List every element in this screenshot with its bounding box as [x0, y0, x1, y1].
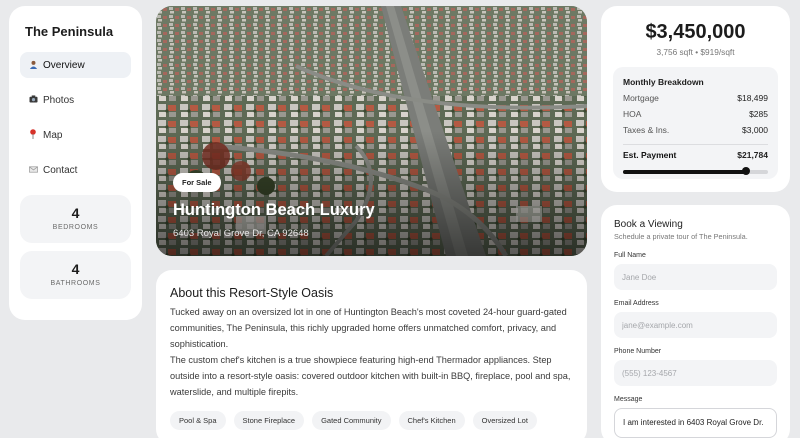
nav-item-photos[interactable]: Photos	[20, 87, 131, 113]
brand-title: The Peninsula	[25, 24, 114, 39]
total-value: $21,784	[737, 150, 768, 160]
slider-fill	[623, 170, 747, 174]
breakdown-label: Mortgage	[623, 93, 659, 103]
bathrooms-count: 4	[71, 261, 80, 277]
email-label: Email Address	[614, 300, 659, 307]
breakdown-divider	[623, 144, 768, 145]
hero-image: For Sale Huntington Beach Luxury 6403 Ro…	[156, 6, 587, 256]
email-input[interactable]	[614, 312, 777, 338]
sidebar: The Peninsula Overview Photos Map Contac…	[9, 6, 142, 320]
about-title: About this Resort-Style Oasis	[170, 286, 334, 300]
breakdown-value: $3,000	[742, 125, 768, 135]
booking-card: Book a Viewing Schedule a private tour o…	[601, 205, 790, 438]
nav-item-label: Map	[43, 129, 63, 141]
tag-pool-spa: Pool & Spa	[170, 411, 226, 430]
price-details: 3,756 sqft • $919/sqft	[656, 47, 735, 57]
mail-icon	[29, 165, 43, 175]
bedrooms-count: 4	[71, 205, 80, 221]
hero-title: Huntington Beach Luxury	[173, 201, 375, 219]
bedrooms-stat: 4 BEDROOMS	[20, 195, 131, 243]
slider-thumb[interactable]	[742, 167, 751, 175]
tag-stone-fireplace: Stone Fireplace	[233, 411, 305, 430]
nav-item-contact[interactable]: Contact	[20, 157, 131, 183]
sidebar-nav: Overview Photos Map Contact	[20, 52, 131, 183]
nav-item-label: Overview	[43, 59, 85, 71]
message-textarea[interactable]: I am interested in 6403 Royal Grove Dr.	[614, 408, 777, 438]
total-label: Est. Payment	[623, 150, 677, 160]
for-sale-badge: For Sale	[173, 173, 221, 192]
tag-oversized-lot: Oversized Lot	[472, 411, 537, 430]
breakdown-row-hoa: HOA $285	[623, 109, 768, 125]
booking-title: Book a Viewing	[614, 219, 683, 230]
payment-slider[interactable]	[623, 167, 768, 175]
person-icon	[29, 60, 43, 71]
breakdown-row-mortgage: Mortgage $18,499	[623, 93, 768, 109]
about-card: About this Resort-Style Oasis Tucked awa…	[156, 270, 587, 438]
price-card: $3,450,000 3,756 sqft • $919/sqft Monthl…	[601, 6, 790, 192]
monthly-breakdown: Monthly Breakdown Mortgage $18,499 HOA $…	[613, 67, 778, 179]
breakdown-total: Est. Payment $21,784	[623, 150, 768, 166]
full-name-input[interactable]	[614, 264, 777, 290]
camera-icon	[29, 95, 43, 105]
message-label: Message	[614, 396, 643, 403]
breakdown-value: $285	[749, 109, 768, 119]
full-name-label: Full Name	[614, 252, 646, 259]
phone-input[interactable]	[614, 360, 777, 386]
nav-item-map[interactable]: Map	[20, 122, 131, 148]
price-amount: $3,450,000	[645, 21, 746, 43]
phone-label: Phone Number	[614, 348, 662, 355]
nav-item-label: Contact	[43, 164, 78, 176]
about-paragraph: Tucked away on an oversized lot in one o…	[170, 307, 567, 349]
bedrooms-label: BEDROOMS	[52, 224, 99, 231]
nav-item-label: Photos	[43, 94, 75, 106]
breakdown-label: Taxes & Ins.	[623, 125, 670, 135]
booking-subtitle: Schedule a private tour of The Peninsula…	[614, 232, 748, 241]
nav-item-overview[interactable]: Overview	[20, 52, 131, 78]
breakdown-row-taxes: Taxes & Ins. $3,000	[623, 125, 768, 141]
pin-icon	[29, 129, 43, 141]
tag-gated-community: Gated Community	[312, 411, 391, 430]
hero-address: 6403 Royal Grove Dr, CA 92648	[173, 228, 309, 239]
about-paragraph: The custom chef's kitchen is a true show…	[170, 355, 571, 397]
bathrooms-label: BATHROOMS	[50, 280, 101, 287]
breakdown-title: Monthly Breakdown	[623, 77, 704, 87]
feature-tags: Pool & Spa Stone Fireplace Gated Communi…	[170, 411, 573, 430]
bathrooms-stat: 4 BATHROOMS	[20, 251, 131, 299]
tag-chefs-kitchen: Chef's Kitchen	[398, 411, 465, 430]
breakdown-value: $18,499	[737, 93, 768, 103]
breakdown-label: HOA	[623, 109, 642, 119]
